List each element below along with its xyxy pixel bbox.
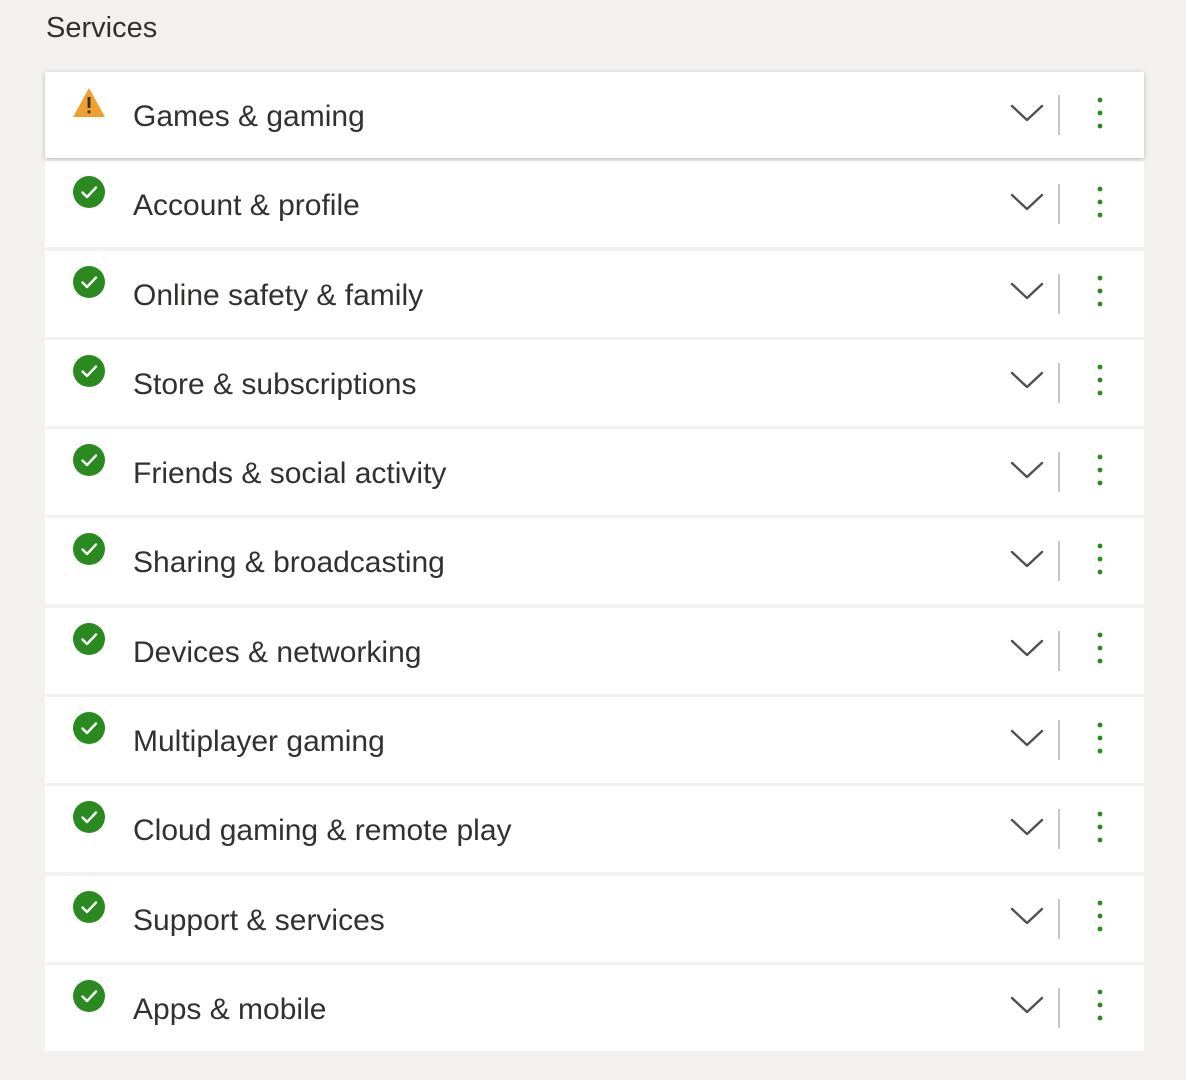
warning-icon [72, 86, 106, 120]
service-row[interactable]: Games & gaming [45, 72, 1144, 158]
check-circle-icon [72, 979, 106, 1013]
expand-button[interactable] [1004, 181, 1050, 227]
check-circle-icon [72, 532, 106, 566]
service-label: Apps & mobile [133, 992, 327, 1026]
more-options-button[interactable] [1078, 717, 1122, 763]
chevron-down-icon [1010, 370, 1044, 395]
divider [1058, 452, 1060, 493]
divider [1058, 987, 1060, 1028]
service-label: Store & subscriptions [133, 367, 417, 401]
divider [1058, 630, 1060, 671]
expand-button[interactable] [1004, 806, 1050, 852]
divider [1058, 184, 1060, 225]
check-circle-icon [72, 890, 106, 924]
divider [1058, 95, 1060, 135]
more-vertical-icon [1096, 363, 1104, 402]
service-row[interactable]: Apps & mobile [45, 964, 1144, 1051]
service-label: Account & profile [133, 189, 360, 223]
check-circle-icon [72, 175, 106, 209]
more-vertical-icon [1096, 810, 1104, 849]
more-vertical-icon [1096, 453, 1104, 492]
more-options-button[interactable] [1078, 985, 1122, 1031]
more-options-button[interactable] [1078, 271, 1122, 317]
more-vertical-icon [1096, 631, 1104, 670]
service-row[interactable]: Support & services [45, 875, 1144, 962]
check-circle-icon [72, 354, 106, 388]
check-circle-icon [72, 711, 106, 745]
service-label: Cloud gaming & remote play [133, 814, 512, 848]
service-label: Support & services [133, 903, 385, 937]
service-row[interactable]: Online safety & family [45, 250, 1144, 337]
service-label: Sharing & broadcasting [133, 546, 445, 580]
chevron-down-icon [1010, 103, 1044, 128]
chevron-down-icon [1010, 728, 1044, 753]
check-circle-icon [72, 443, 106, 477]
check-circle-icon [72, 265, 106, 299]
chevron-down-icon [1010, 281, 1044, 306]
service-row[interactable]: Store & subscriptions [45, 339, 1144, 426]
service-row[interactable]: Cloud gaming & remote play [45, 786, 1144, 873]
more-options-button[interactable] [1078, 92, 1122, 138]
divider [1058, 273, 1060, 314]
check-circle-icon [72, 800, 106, 834]
service-label: Games & gaming [133, 100, 365, 133]
section-title: Services [46, 12, 158, 44]
expand-button[interactable] [1004, 717, 1050, 763]
expand-button[interactable] [1004, 92, 1050, 138]
expand-button[interactable] [1004, 628, 1050, 674]
service-label: Multiplayer gaming [133, 725, 385, 759]
expand-button[interactable] [1004, 985, 1050, 1031]
chevron-down-icon [1010, 192, 1044, 217]
more-options-button[interactable] [1078, 896, 1122, 942]
service-row[interactable]: Account & profile [45, 161, 1144, 248]
divider [1058, 541, 1060, 582]
divider [1058, 809, 1060, 850]
expand-button[interactable] [1004, 538, 1050, 584]
chevron-down-icon [1010, 638, 1044, 663]
services-list: Games & gaming Account & profile Online sa… [45, 72, 1144, 1054]
expand-button[interactable] [1004, 896, 1050, 942]
divider [1058, 898, 1060, 939]
divider [1058, 362, 1060, 403]
service-row[interactable]: Sharing & broadcasting [45, 518, 1144, 605]
expand-button[interactable] [1004, 360, 1050, 406]
more-options-button[interactable] [1078, 806, 1122, 852]
chevron-down-icon [1010, 995, 1044, 1020]
more-vertical-icon [1096, 542, 1104, 581]
more-options-button[interactable] [1078, 538, 1122, 584]
more-vertical-icon [1096, 274, 1104, 313]
service-label: Online safety & family [133, 278, 424, 312]
more-options-button[interactable] [1078, 449, 1122, 495]
expand-button[interactable] [1004, 449, 1050, 495]
chevron-down-icon [1010, 906, 1044, 931]
service-row[interactable]: Friends & social activity [45, 429, 1144, 516]
more-options-button[interactable] [1078, 628, 1122, 674]
chevron-down-icon [1010, 460, 1044, 485]
check-circle-icon [72, 622, 106, 656]
service-row[interactable]: Multiplayer gaming [45, 697, 1144, 784]
chevron-down-icon [1010, 549, 1044, 574]
more-options-button[interactable] [1078, 360, 1122, 406]
service-row[interactable]: Devices & networking [45, 607, 1144, 694]
more-vertical-icon [1096, 185, 1104, 224]
more-vertical-icon [1096, 96, 1104, 135]
chevron-down-icon [1010, 817, 1044, 842]
expand-button[interactable] [1004, 271, 1050, 317]
more-vertical-icon [1096, 988, 1104, 1027]
service-label: Devices & networking [133, 635, 422, 669]
service-label: Friends & social activity [133, 457, 447, 491]
more-vertical-icon [1096, 721, 1104, 760]
divider [1058, 720, 1060, 761]
more-options-button[interactable] [1078, 181, 1122, 227]
more-vertical-icon [1096, 899, 1104, 938]
